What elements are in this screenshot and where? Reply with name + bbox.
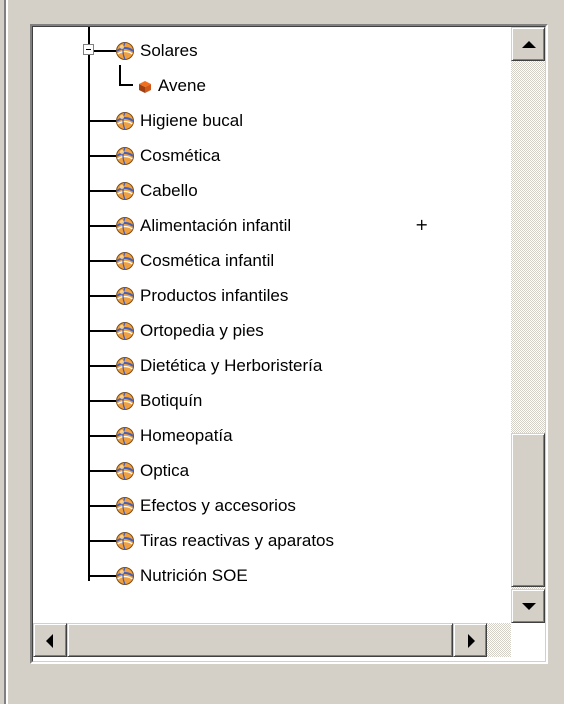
- tree-node-label: Dietética y Herboristería: [140, 356, 323, 375]
- scroll-right-button[interactable]: [453, 623, 487, 657]
- category-globe-icon: [115, 531, 135, 551]
- tree-branch-line: [88, 435, 116, 437]
- tree-node-label: Solares: [140, 41, 198, 60]
- tree-node-label: Avene: [158, 76, 206, 95]
- tree-root-line: [88, 27, 90, 581]
- tree-node[interactable]: Cosmética: [115, 142, 220, 170]
- tree-node-label: Ortopedia y pies: [140, 321, 264, 340]
- tree-node[interactable]: Efectos y accesorios: [115, 492, 296, 520]
- category-globe-icon: [115, 356, 135, 376]
- tree-view-panel: Solares Avene Higiene bucal Cosmética Cabell…: [30, 24, 548, 664]
- up-arrow-icon: [522, 41, 536, 48]
- scroll-down-button[interactable]: [511, 589, 545, 623]
- tree-node-label: Tiras reactivas y aparatos: [140, 531, 334, 550]
- tree-view-inner: Solares Avene Higiene bucal Cosmética Cabell…: [32, 26, 546, 662]
- right-arrow-icon: [468, 634, 475, 648]
- tree-node-label: Cosmética: [140, 146, 221, 165]
- tree-branch-line: [88, 120, 116, 122]
- tree-branch-line: [88, 575, 116, 577]
- tree-node[interactable]: Homeopatía: [115, 422, 233, 450]
- category-globe-icon: [115, 251, 135, 271]
- tree-node[interactable]: Cosmética infantil: [115, 247, 274, 275]
- scroll-up-button[interactable]: [511, 27, 545, 61]
- tree-branch-line: [88, 260, 116, 262]
- tree-node-label: Efectos y accesorios: [140, 496, 296, 515]
- category-globe-icon: [115, 181, 135, 201]
- category-globe-icon: [115, 216, 135, 236]
- tree-node[interactable]: Solares: [115, 37, 198, 65]
- tree-node[interactable]: Alimentación infantil: [115, 212, 291, 240]
- tree-node[interactable]: Ortopedia y pies: [115, 317, 264, 345]
- category-globe-icon: [115, 496, 135, 516]
- tree-node[interactable]: Nutrición SOE: [115, 562, 248, 590]
- tree-branch-line: [88, 470, 116, 472]
- tree-node-label: Homeopatía: [140, 426, 233, 445]
- tree-node[interactable]: Dietética y Herboristería: [115, 352, 322, 380]
- tree-child-line: [119, 65, 121, 85]
- cursor-plus-mark: +: [415, 215, 429, 234]
- tree-node[interactable]: Higiene bucal: [115, 107, 243, 135]
- tree-branch-line: [88, 155, 116, 157]
- category-globe-icon: [115, 286, 135, 306]
- tree-branch-line: [88, 365, 116, 367]
- tree-node-label: Higiene bucal: [140, 111, 244, 130]
- tree-branch-line: [88, 295, 116, 297]
- tree-branch-line: [88, 190, 116, 192]
- category-globe-icon: [115, 41, 135, 61]
- category-globe-icon: [115, 461, 135, 481]
- tree-branch-line: [94, 50, 116, 52]
- brand-product-icon: [137, 78, 153, 94]
- tree-node[interactable]: Productos infantiles: [115, 282, 288, 310]
- tree-node[interactable]: Optica: [115, 457, 189, 485]
- tree-node-label: Cabello: [140, 181, 198, 200]
- left-arrow-icon: [46, 634, 53, 648]
- category-globe-icon: [115, 321, 135, 341]
- tree-node-label: Nutrición SOE: [140, 566, 248, 585]
- horizontal-scroll-thumb[interactable]: [67, 623, 453, 657]
- scrollbar-corner: [511, 623, 545, 657]
- tree-node[interactable]: Tiras reactivas y aparatos: [115, 527, 334, 555]
- tree-branch-line: [88, 505, 116, 507]
- tree-branch-line: [88, 225, 116, 227]
- collapse-toggle-solares[interactable]: [83, 44, 94, 55]
- vertical-scroll-thumb[interactable]: [511, 433, 545, 587]
- tree-branch-line: [88, 540, 116, 542]
- window-frame-left: [0, 0, 14, 704]
- tree-node[interactable]: Botiquín: [115, 387, 202, 415]
- tree-node-label: Cosmética infantil: [140, 251, 275, 270]
- tree-branch-line: [88, 330, 116, 332]
- category-globe-icon: [115, 391, 135, 411]
- frame-highlight-line: [6, 0, 8, 704]
- tree-node-label: Botiquín: [140, 391, 203, 410]
- tree-node-label: Optica: [140, 461, 190, 480]
- down-arrow-icon: [522, 603, 536, 610]
- tree-node-label: Alimentación infantil: [140, 216, 292, 235]
- tree-node[interactable]: Cabello: [115, 177, 198, 205]
- tree-node[interactable]: Avene: [137, 72, 206, 100]
- category-globe-icon: [115, 146, 135, 166]
- vertical-scrollbar[interactable]: [511, 27, 545, 623]
- horizontal-scrollbar[interactable]: [33, 623, 511, 657]
- scroll-left-button[interactable]: [33, 623, 67, 657]
- tree-child-branch: [119, 84, 133, 86]
- category-globe-icon: [115, 566, 135, 586]
- tree-node-label: Productos infantiles: [140, 286, 289, 305]
- category-globe-icon: [115, 426, 135, 446]
- tree-branch-line: [88, 400, 116, 402]
- tree-view[interactable]: Solares Avene Higiene bucal Cosmética Cabell…: [33, 27, 511, 623]
- category-globe-icon: [115, 111, 135, 131]
